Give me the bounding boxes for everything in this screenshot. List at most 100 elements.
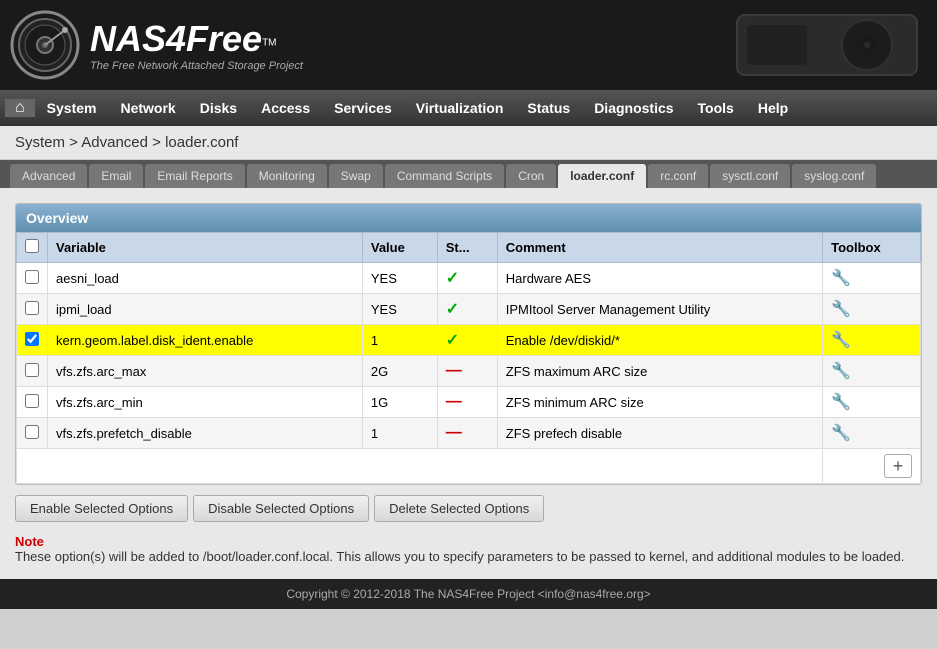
nav-services[interactable]: Services [322, 90, 404, 126]
table-row: aesni_load YES ✓ Hardware AES 🔧 [17, 263, 921, 294]
variable-cell: kern.geom.label.disk_ident.enable [48, 325, 363, 356]
variable-cell: vfs.zfs.prefetch_disable [48, 418, 363, 449]
enable-selected-button[interactable]: Enable Selected Options [15, 495, 188, 522]
table-row: kern.geom.label.disk_ident.enable 1 ✓ En… [17, 325, 921, 356]
comment-cell: IPMItool Server Management Utility [497, 294, 822, 325]
status-cell: ✓ [437, 325, 497, 356]
nav-help[interactable]: Help [746, 90, 800, 126]
main-content: Overview Variable Value St... Comment To… [0, 188, 937, 579]
add-button[interactable]: + [884, 454, 912, 478]
comment-cell: ZFS minimum ARC size [497, 387, 822, 418]
nav-diagnostics[interactable]: Diagnostics [582, 90, 685, 126]
note-label: Note [15, 534, 44, 549]
breadcrumb: System > Advanced > loader.conf [0, 126, 937, 160]
status-disabled-icon: — [446, 424, 462, 441]
logo-area: NAS4FreeTM The Free Network Attached Sto… [10, 10, 303, 80]
status-enabled-icon: ✓ [446, 301, 459, 318]
header-decoration [303, 5, 927, 85]
nav-system[interactable]: System [35, 90, 109, 126]
footer-text: Copyright © 2012-2018 The NAS4Free Proje… [286, 587, 650, 601]
status-disabled-icon: — [446, 362, 462, 379]
row-checkbox[interactable] [25, 363, 39, 377]
row-checkbox-cell [17, 325, 48, 356]
status-disabled-icon: — [446, 393, 462, 410]
status-cell: — [437, 356, 497, 387]
row-checkbox[interactable] [25, 301, 39, 315]
overview-panel: Overview Variable Value St... Comment To… [15, 203, 922, 485]
toolbox-cell: 🔧 [823, 356, 921, 387]
tab-cron[interactable]: Cron [506, 164, 556, 188]
nav-network[interactable]: Network [108, 90, 187, 126]
header: NAS4FreeTM The Free Network Attached Sto… [0, 0, 937, 90]
select-all-checkbox[interactable] [25, 239, 39, 253]
edit-icon[interactable]: 🔧 [831, 270, 851, 287]
overview-header: Overview [16, 204, 921, 232]
nav-access[interactable]: Access [249, 90, 322, 126]
edit-icon[interactable]: 🔧 [831, 425, 851, 442]
row-checkbox[interactable] [25, 425, 39, 439]
toolbox-cell: 🔧 [823, 263, 921, 294]
action-buttons: Enable Selected Options Disable Selected… [15, 495, 922, 522]
edit-icon[interactable]: 🔧 [831, 363, 851, 380]
nav-tools[interactable]: Tools [686, 90, 746, 126]
toolbox-cell: 🔧 [823, 325, 921, 356]
toolbox-cell: 🔧 [823, 387, 921, 418]
edit-icon[interactable]: 🔧 [831, 332, 851, 349]
row-checkbox-cell [17, 263, 48, 294]
tab-email[interactable]: Email [89, 164, 143, 188]
logo-text: NAS4FreeTM The Free Network Attached Sto… [90, 18, 303, 72]
value-cell: YES [362, 294, 437, 325]
nav-virtualization[interactable]: Virtualization [404, 90, 516, 126]
nav-home[interactable]: ⌂ [5, 99, 35, 117]
col-comment: Comment [497, 233, 822, 263]
tab-bar: Advanced Email Email Reports Monitoring … [0, 160, 937, 188]
row-checkbox[interactable] [25, 394, 39, 408]
status-cell: — [437, 418, 497, 449]
tab-monitoring[interactable]: Monitoring [247, 164, 327, 188]
comment-cell: ZFS prefech disable [497, 418, 822, 449]
data-table: Variable Value St... Comment Toolbox aes… [16, 232, 921, 484]
value-cell: YES [362, 263, 437, 294]
status-cell: — [437, 387, 497, 418]
col-toolbox: Toolbox [823, 233, 921, 263]
comment-cell: Hardware AES [497, 263, 822, 294]
variable-cell: aesni_load [48, 263, 363, 294]
col-value: Value [362, 233, 437, 263]
tab-swap[interactable]: Swap [329, 164, 383, 188]
variable-cell: ipmi_load [48, 294, 363, 325]
tab-loader-conf[interactable]: loader.conf [558, 164, 646, 188]
tab-advanced[interactable]: Advanced [10, 164, 87, 188]
note-text: These option(s) will be added to /boot/l… [15, 549, 904, 564]
logo-title: NAS4Free [90, 18, 262, 59]
tab-syslog-conf[interactable]: syslog.conf [792, 164, 876, 188]
disable-selected-button[interactable]: Disable Selected Options [193, 495, 369, 522]
value-cell: 1 [362, 325, 437, 356]
delete-selected-button[interactable]: Delete Selected Options [374, 495, 544, 522]
col-variable: Variable [48, 233, 363, 263]
add-row: + [17, 449, 921, 484]
row-checkbox-cell [17, 356, 48, 387]
comment-cell: Enable /dev/diskid/* [497, 325, 822, 356]
logo-tm: TM [262, 38, 276, 49]
tab-rc-conf[interactable]: rc.conf [648, 164, 708, 188]
tab-command-scripts[interactable]: Command Scripts [385, 164, 504, 188]
variable-cell: vfs.zfs.arc_max [48, 356, 363, 387]
value-cell: 1G [362, 387, 437, 418]
row-checkbox[interactable] [25, 332, 39, 346]
table-header-row: Variable Value St... Comment Toolbox [17, 233, 921, 263]
edit-icon[interactable]: 🔧 [831, 301, 851, 318]
comment-cell: ZFS maximum ARC size [497, 356, 822, 387]
col-status: St... [437, 233, 497, 263]
table-row: vfs.zfs.arc_max 2G — ZFS maximum ARC siz… [17, 356, 921, 387]
row-checkbox[interactable] [25, 270, 39, 284]
note-area: Note These option(s) will be added to /b… [15, 534, 922, 564]
nav-status[interactable]: Status [515, 90, 582, 126]
logo-icon [10, 10, 80, 80]
col-checkbox [17, 233, 48, 263]
nav-disks[interactable]: Disks [188, 90, 249, 126]
table-body: aesni_load YES ✓ Hardware AES 🔧 ipmi_loa… [17, 263, 921, 484]
edit-icon[interactable]: 🔧 [831, 394, 851, 411]
tab-sysctl-conf[interactable]: sysctl.conf [710, 164, 790, 188]
footer: Copyright © 2012-2018 The NAS4Free Proje… [0, 579, 937, 609]
tab-email-reports[interactable]: Email Reports [145, 164, 244, 188]
